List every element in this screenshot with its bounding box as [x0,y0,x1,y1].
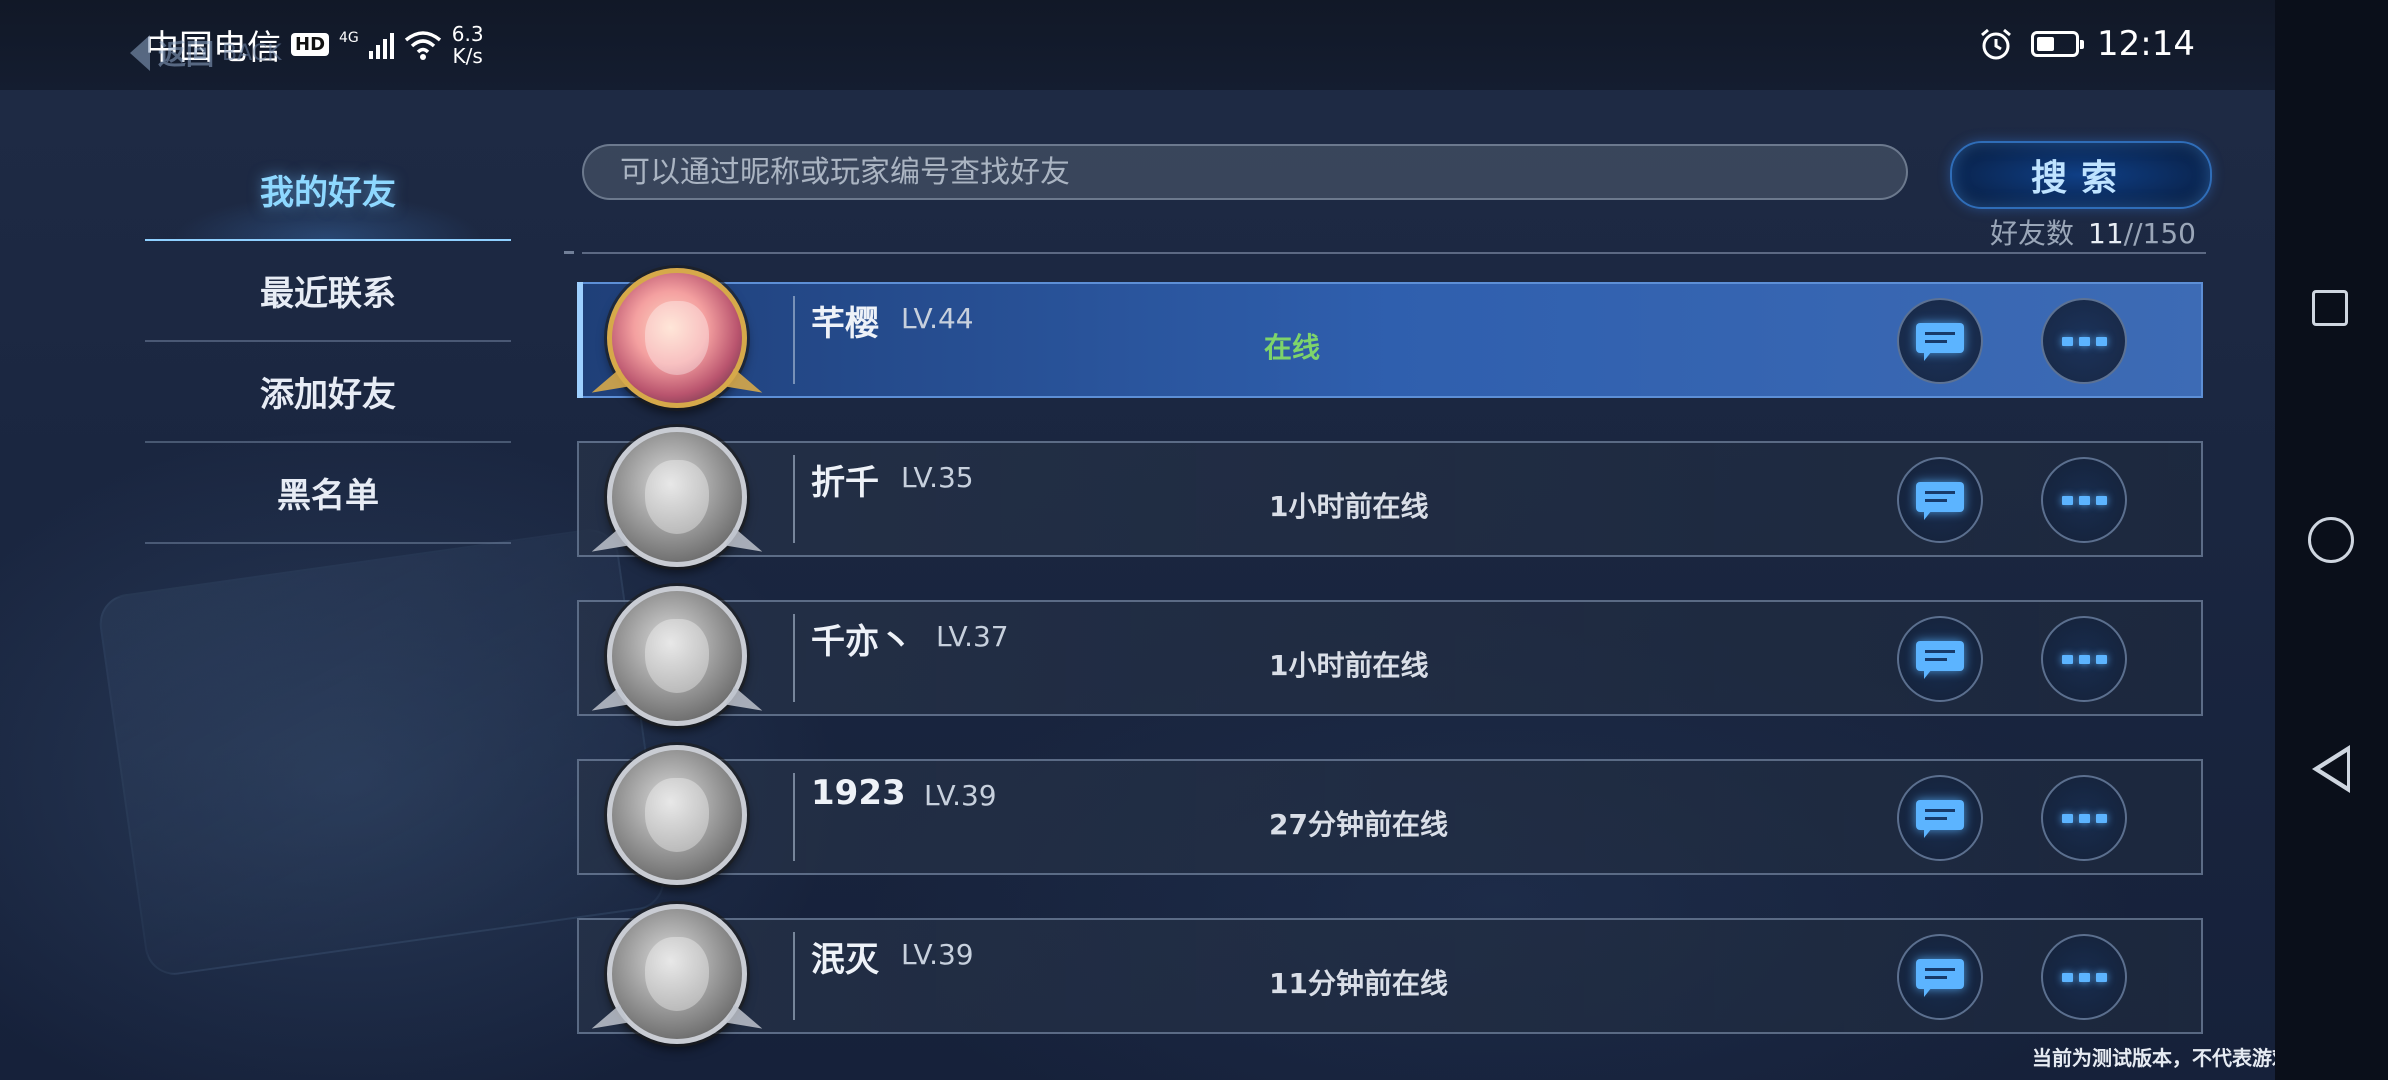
chat-icon [1916,959,1964,997]
friend-level: LV.39 [901,938,974,971]
more-icon [2061,336,2107,346]
row-separator [793,932,795,1020]
sidebar-item-recent-contacts[interactable]: 最近联系 [145,241,511,342]
network-speed-value: 6.3 [451,21,484,46]
friend-row[interactable]: 千亦丶 LV.37 1小时前在线 [577,586,2203,726]
status-bar-right: 12:14 [1979,24,2195,64]
back-label: 返回 [158,38,215,71]
avatar-frame-wing [587,1004,628,1037]
back-nav-icon[interactable] [2312,745,2350,793]
friend-level: LV.35 [901,461,974,494]
sidebar-item-blacklist[interactable]: 黑名单 [145,443,511,544]
friend-status: 1小时前在线 [1269,649,1429,682]
friend-level: LV.37 [936,620,1009,653]
friend-name: 泯灭 [811,940,879,980]
more-icon [2061,654,2107,664]
friend-name: 1923 [811,773,906,813]
clock: 12:14 [2097,24,2195,64]
more-icon [2061,813,2107,823]
chat-button[interactable] [1897,457,1983,543]
sidebar-item-label: 我的好友 [260,173,396,213]
chat-icon [1916,800,1964,838]
avatar-frame-wing [725,368,766,401]
more-button[interactable] [2041,616,2127,702]
network-speed-unit: K/s [452,43,483,68]
friend-count-separator: // [2123,217,2143,250]
avatar [607,268,747,408]
avatar-portrait [645,301,709,375]
friend-count-label: 好友数 [1990,217,2075,250]
avatar [607,427,747,567]
search-button[interactable]: 搜索 [1950,141,2212,209]
more-button[interactable] [2041,298,2127,384]
sidebar-item-label: 黑名单 [277,476,379,516]
chat-icon [1916,323,1964,361]
friend-name: 千亦丶 [811,622,913,662]
avatar-portrait [645,460,709,534]
friend-count-current: 11 [2088,217,2124,250]
search-input[interactable] [582,144,1908,200]
sidebar-item-label: 添加好友 [260,375,396,415]
friend-level: LV.44 [901,302,974,335]
chat-button[interactable] [1897,934,1983,1020]
back-arrow-icon [130,35,150,71]
more-button[interactable] [2041,934,2127,1020]
friend-status: 27分钟前在线 [1269,808,1448,841]
recents-icon[interactable] [2312,290,2348,326]
avatar-portrait [645,778,709,852]
friend-count-max: 150 [2142,217,2196,250]
avatar-portrait [645,619,709,693]
chat-button[interactable] [1897,775,1983,861]
avatar-frame-wing [725,1004,766,1037]
friend-level: LV.39 [924,779,997,812]
divider-dash [564,251,574,254]
avatar [607,904,747,1044]
row-separator [793,773,795,861]
sidebar-item-my-friends[interactable]: 我的好友 [145,140,511,241]
home-icon[interactable] [2308,517,2354,563]
chat-icon [1916,641,1964,679]
chat-button[interactable] [1897,616,1983,702]
friend-name: 折千 [811,463,879,503]
list-divider [582,252,2206,254]
avatar-frame-wing [587,527,628,560]
friend-row[interactable]: 芊樱 LV.44 在线 [577,268,2203,408]
network-speed: 6.3 K/s [452,23,484,67]
battery-icon [2031,31,2085,57]
sidebar-item-label: 最近联系 [260,274,396,314]
more-icon [2061,495,2107,505]
back-sub-label: BACK [222,40,282,66]
row-separator [793,455,795,543]
more-button[interactable] [2041,775,2127,861]
android-nav-bar [2275,0,2388,1080]
row-separator [793,296,795,384]
avatar-frame-wing [725,686,766,719]
friend-row[interactable]: 泯灭 LV.39 11分钟前在线 [577,904,2203,1044]
more-button[interactable] [2041,457,2127,543]
friend-name: 芊樱 [811,304,879,344]
avatar-frame-wing [587,368,628,401]
wifi-icon [404,30,441,60]
sidebar-item-add-friend[interactable]: 添加好友 [145,342,511,443]
alarm-icon [1981,28,2011,60]
chat-icon [1916,482,1964,520]
friend-row[interactable]: 折千 LV.35 1小时前在线 [577,427,2203,567]
more-icon [2061,972,2107,982]
friend-row[interactable]: 1923 LV.39 27分钟前在线 [577,745,2203,885]
back-button[interactable]: 返回 BACK [130,30,390,76]
friend-status: 11分钟前在线 [1269,967,1448,1000]
friend-count: 好友数 11//150 [1990,212,2196,252]
friend-status: 1小时前在线 [1269,490,1429,523]
avatar [607,586,747,726]
avatar-frame-wing [587,686,628,719]
avatar-portrait [645,937,709,1011]
friend-status: 在线 [1264,331,1321,364]
chat-button[interactable] [1897,298,1983,384]
avatar [607,745,747,885]
row-separator [793,614,795,702]
avatar-frame-wing [725,527,766,560]
friends-sidebar: 我的好友 最近联系 添加好友 黑名单 [145,140,511,544]
friend-list: 芊樱 LV.44 在线 折千 LV.35 1小时前在线 千亦丶 LV.37 1小… [577,268,2203,1077]
